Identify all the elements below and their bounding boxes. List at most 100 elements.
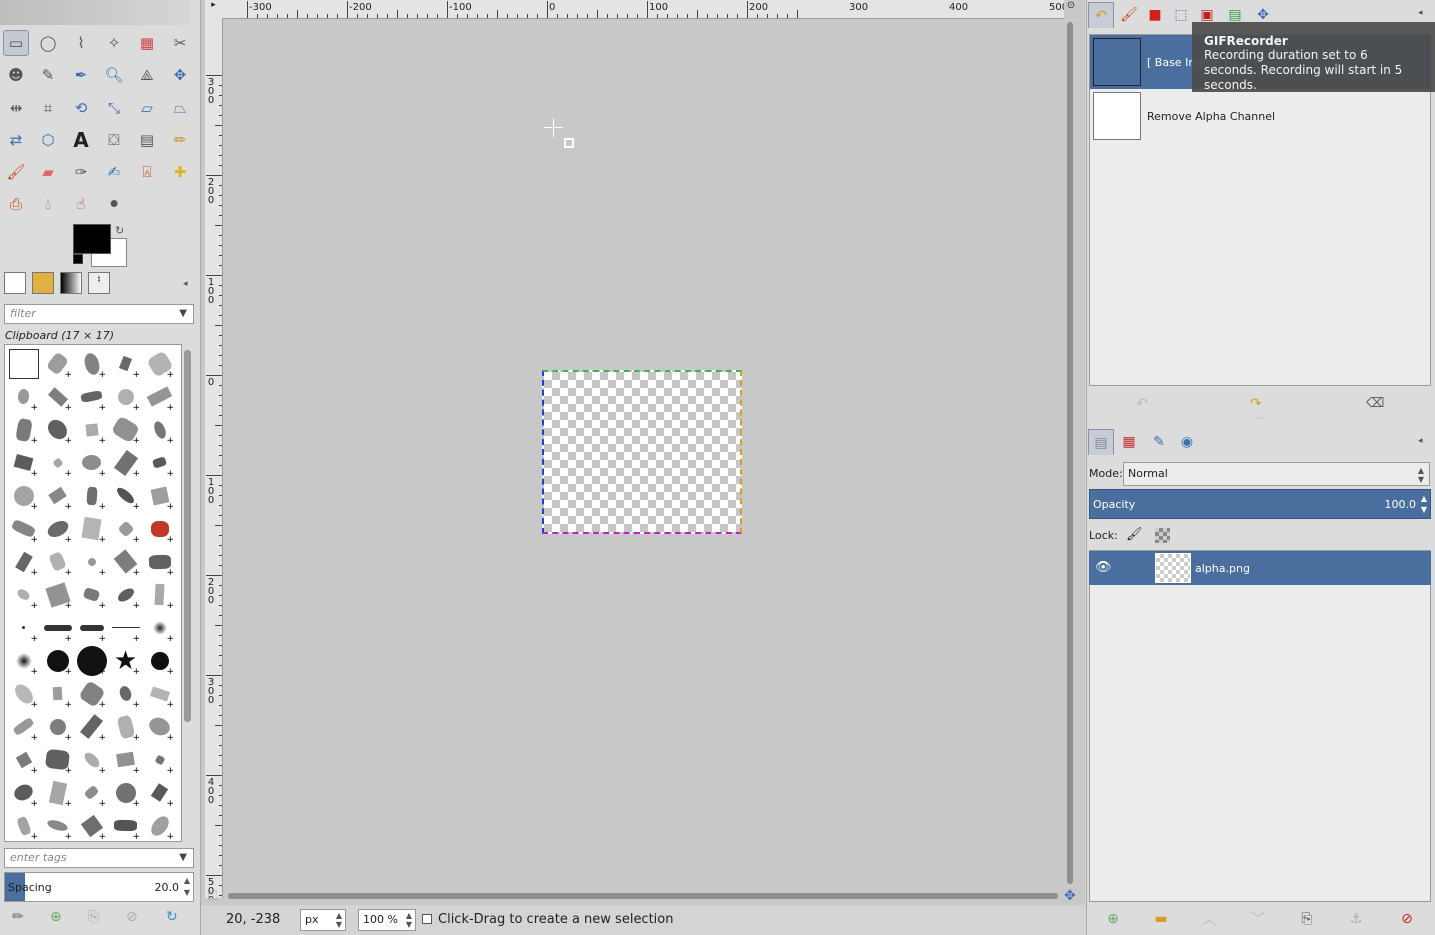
dodge-burn-icon[interactable]: ⚫︎ [101,191,127,217]
zoom-icon[interactable]: 🔍︎ [101,62,127,88]
smudge-icon[interactable]: ☝ [68,191,94,217]
brush-item[interactable]: + [41,347,74,380]
new-layer-group-icon[interactable]: ▬ [1150,908,1172,930]
brush-item[interactable]: + [75,347,108,380]
swap-colors-icon[interactable]: ↻ [115,224,124,237]
brush-item[interactable]: + [109,347,142,380]
brush-item[interactable]: + [41,743,74,776]
rotate-icon[interactable]: ⟲ [68,95,94,121]
lock-alpha-icon[interactable] [1155,528,1170,543]
mode-select[interactable]: Normal ▲ ▼ [1123,462,1430,486]
dock-separator[interactable]: ··· [1255,414,1263,423]
brush-item[interactable]: + [75,512,108,545]
tab-layers[interactable]: ▤ [1088,429,1114,455]
brush-item[interactable]: + [143,479,176,512]
brush-item[interactable]: + [75,413,108,446]
crop-icon[interactable]: ⌗ [35,95,61,121]
brush-item[interactable]: + [75,710,108,743]
brush-item[interactable]: + [7,710,40,743]
quick-mask-menu-icon[interactable]: ▸ [205,0,222,18]
tags-input[interactable]: enter tags ▼ [4,848,194,868]
brush-item[interactable]: + [41,644,74,677]
scale-icon[interactable]: ⤡ [101,95,127,121]
brush-item[interactable]: + [75,545,108,578]
navigate-icon[interactable]: ✥ [1064,888,1076,904]
brush-item[interactable]: + [41,710,74,743]
brush-item[interactable]: + [7,446,40,479]
brush-item[interactable]: + [143,512,176,545]
blend-icon[interactable]: ▤ [134,127,160,153]
paintbrush-icon[interactable]: 🖌︎ [3,159,29,185]
flip-icon[interactable]: ⇄ [3,127,29,153]
brush-item[interactable]: + [143,380,176,413]
brush-item[interactable]: + [75,776,108,809]
brush-item[interactable]: + [7,512,40,545]
brush-item[interactable]: + [7,413,40,446]
brush-item[interactable]: + [41,380,74,413]
brush-item[interactable]: + [109,578,142,611]
brush-item[interactable]: + [41,677,74,710]
list-item[interactable]: 👁︎ alpha.png [1089,551,1431,585]
panel-menu-icon[interactable]: ◂ [183,279,188,289]
brush-item[interactable]: + [109,743,142,776]
brush-item[interactable]: + [109,380,142,413]
horizontal-scrollbar[interactable] [222,890,1064,902]
measure-icon[interactable]: ⟁ [134,62,160,88]
panel-menu-icon[interactable]: ◂ [1418,8,1423,18]
gradient-preview-icon[interactable] [60,272,82,294]
anchor-layer-icon[interactable]: ⚓︎ [1345,908,1367,930]
brush-item[interactable]: + [75,809,108,841]
brush-item[interactable]: + [75,479,108,512]
brush-item[interactable]: + [143,545,176,578]
tab-colormap[interactable]: ◉ [1174,429,1200,455]
tab-paths[interactable]: ✎ [1146,429,1172,455]
brush-item[interactable]: + [41,479,74,512]
shear-icon[interactable]: ▱ [134,95,160,121]
undo-icon[interactable]: ↶ [1136,396,1148,412]
vertical-ruler[interactable]: 3 0 02 0 01 0 001 0 02 0 03 0 04 0 05 0 … [205,18,223,898]
color-picker-icon[interactable]: ✒ [68,62,94,88]
brush-item[interactable]: + [41,611,74,644]
brush-item[interactable]: + [41,809,74,841]
opacity-slider[interactable]: Opacity 100.0 ▲ ▼ [1089,489,1431,519]
airbrush-icon[interactable]: ✑ [68,159,94,185]
heal-icon[interactable]: ✚ [167,159,193,185]
brush-item[interactable]: + [143,578,176,611]
brush-item[interactable]: + [143,776,176,809]
tab-images[interactable]: ⬚ [1168,2,1194,28]
pencil-icon[interactable]: ✏ [167,127,193,153]
brush-item[interactable]: + [109,611,142,644]
perspective-icon[interactable]: ⏢ [167,95,193,121]
brush-item[interactable]: + [75,611,108,644]
default-colors-icon[interactable] [73,254,83,264]
brush-item[interactable]: + [7,479,40,512]
select-by-color-icon[interactable]: ▦ [134,30,160,56]
brush-item[interactable]: + [109,710,142,743]
list-item[interactable]: Remove Alpha Channel [1090,89,1430,143]
bucket-fill-icon[interactable]: ⛋ [101,127,127,153]
brush-item[interactable]: + [41,446,74,479]
horizontal-ruler[interactable]: -300 -200 -100 0 100 200 300 400 500 [222,0,1064,19]
paths-icon[interactable]: ✎ [35,62,61,88]
brush-item[interactable]: + [109,545,142,578]
brush-item[interactable]: + [7,578,40,611]
brush-scrollbar[interactable] [182,344,194,840]
lower-layer-icon[interactable]: ﹀ [1247,908,1269,930]
panel-menu-icon[interactable]: ◂ [1418,436,1423,446]
rect-select-icon[interactable]: ▭ [3,30,29,56]
brush-item[interactable]: + [109,809,142,841]
scissors-select-icon[interactable]: ✂ [167,30,193,56]
brush-item[interactable]: + [7,380,40,413]
foreground-color-swatch[interactable] [73,224,111,254]
duplicate-layer-icon[interactable]: ⎘ [1296,908,1318,930]
brush-item[interactable]: + [7,644,40,677]
brush-item[interactable]: + [109,479,142,512]
tab-tool-options[interactable]: 🖌︎ [1116,2,1142,28]
foreground-select-icon[interactable]: ☻ [3,62,29,88]
new-layer-icon[interactable]: ⊕ [1102,908,1124,930]
brush-grid[interactable]: + + + + + + + + + + + + + + + + + + + + + + + + + + + + + + + + + + + + + + + +… [4,344,182,842]
brush-item[interactable]: + [41,413,74,446]
brush-filter-input[interactable]: filter ▼ [4,304,194,324]
image-canvas[interactable] [542,370,742,534]
delete-brush-icon[interactable]: ⊘ [126,909,138,925]
